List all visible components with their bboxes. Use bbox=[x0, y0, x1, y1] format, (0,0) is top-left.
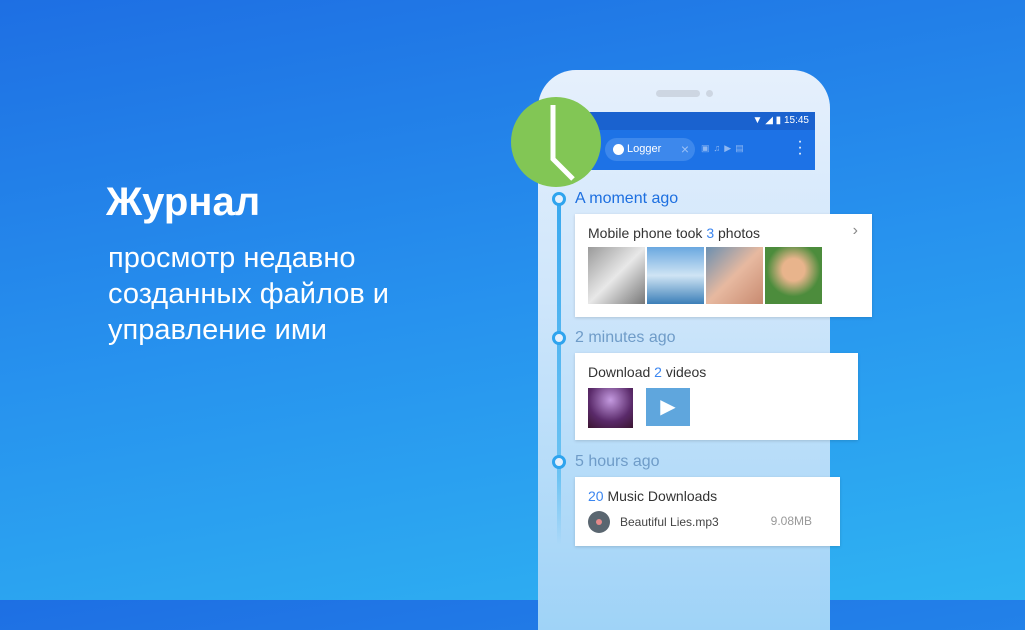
photo-count: 3 bbox=[706, 225, 715, 241]
chevron-right-icon[interactable]: › bbox=[853, 222, 858, 240]
video-thumbnail[interactable] bbox=[588, 388, 633, 428]
photo-thumbnail[interactable] bbox=[647, 247, 704, 304]
logger-chip[interactable]: Logger × bbox=[605, 138, 695, 161]
promo-subtitle: просмотр недавно созданных файлов и упра… bbox=[108, 242, 389, 346]
video-count: 2 bbox=[654, 364, 662, 380]
timeline-label: 2 minutes ago bbox=[575, 329, 676, 346]
music-card[interactable]: 20 Music Downloads Beautiful Lies.mp3 9.… bbox=[575, 477, 840, 546]
music-count: 20 bbox=[588, 488, 604, 504]
chip-label: Logger bbox=[627, 143, 662, 155]
timeline-label: A moment ago bbox=[575, 190, 679, 207]
clock-icon bbox=[613, 144, 624, 155]
photo-thumbnail[interactable] bbox=[706, 247, 763, 304]
music-icon[interactable]: ♫ bbox=[714, 143, 725, 153]
card-text: Music Downloads bbox=[603, 488, 718, 504]
camera bbox=[706, 90, 713, 97]
timeline-line bbox=[557, 205, 561, 545]
category-icons[interactable]: ▣♫▶▤ bbox=[701, 143, 748, 154]
timeline-dot bbox=[552, 455, 566, 469]
file-name: Beautiful Lies.mp3 bbox=[620, 515, 719, 529]
card-text: videos bbox=[661, 364, 707, 380]
music-file-item[interactable]: Beautiful Lies.mp3 bbox=[588, 511, 719, 533]
close-icon[interactable]: × bbox=[681, 141, 689, 157]
card-text: photos bbox=[714, 225, 761, 241]
clock-logo-icon bbox=[511, 97, 601, 187]
video-file-icon[interactable]: ▶ bbox=[646, 388, 690, 426]
more-menu-icon[interactable]: · · · bbox=[797, 134, 803, 162]
photo-thumbnail[interactable] bbox=[588, 247, 645, 304]
card-text: Download bbox=[588, 364, 655, 380]
file-size: 9.08MB bbox=[770, 514, 812, 528]
video-icon[interactable]: ▶ bbox=[724, 143, 735, 153]
speaker bbox=[656, 90, 700, 97]
status-icons: ▼ ◢ ▮ bbox=[752, 115, 784, 126]
timeline-dot bbox=[552, 331, 566, 345]
document-icon[interactable]: ▤ bbox=[735, 143, 748, 153]
image-icon[interactable]: ▣ bbox=[701, 143, 714, 153]
promo-title: Журнал bbox=[106, 180, 261, 224]
photo-thumbnail[interactable] bbox=[765, 247, 822, 304]
disc-icon bbox=[588, 511, 610, 533]
timeline-dot bbox=[552, 192, 566, 206]
status-time: 15:45 bbox=[783, 115, 809, 126]
photos-card[interactable]: Mobile phone took 3 photos › bbox=[575, 214, 872, 317]
videos-card[interactable]: Download 2 videos ▶ bbox=[575, 353, 858, 440]
card-text: Mobile phone took bbox=[588, 225, 707, 241]
timeline-label: 5 hours ago bbox=[575, 453, 660, 470]
